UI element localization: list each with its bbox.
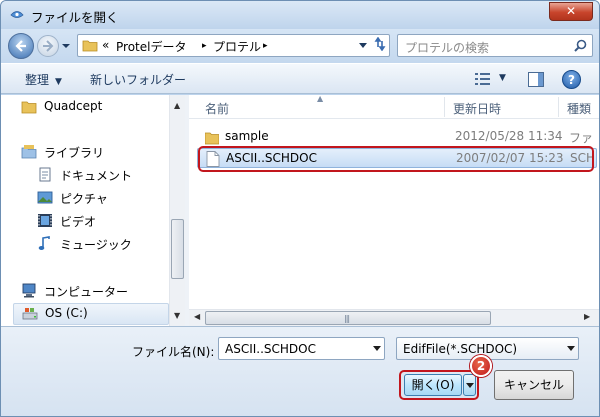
nav-item-label: コンピューター bbox=[44, 285, 129, 299]
search-icon[interactable] bbox=[574, 39, 587, 52]
navigation-bar: « Protelデータ ▸ プロテル ▸ プロテルの検索 bbox=[1, 29, 599, 63]
search-placeholder: プロテルの検索 bbox=[405, 41, 490, 55]
file-name: sample bbox=[225, 129, 269, 143]
close-icon: ✕ bbox=[565, 4, 577, 18]
pictures-icon bbox=[37, 191, 53, 204]
filename-label: ファイル名(N): bbox=[132, 345, 215, 359]
new-folder-button[interactable]: 新しいフォルダー bbox=[90, 71, 186, 88]
column-header-date[interactable]: 更新日時 bbox=[453, 100, 501, 117]
video-icon bbox=[38, 214, 52, 227]
breadcrumb-item[interactable]: プロテル bbox=[213, 38, 261, 55]
help-icon[interactable]: ? bbox=[562, 70, 581, 89]
drive-icon bbox=[22, 308, 38, 320]
scroll-up-icon[interactable]: ▲ bbox=[174, 101, 180, 110]
chevron-down-icon[interactable] bbox=[359, 43, 367, 49]
preview-pane-icon[interactable] bbox=[528, 72, 544, 87]
organize-menu[interactable]: 整理 ▼ bbox=[25, 71, 62, 88]
nav-item-label: ピクチャ bbox=[60, 192, 108, 206]
sort-ascending-icon: ▲ bbox=[317, 94, 324, 103]
scroll-thumb[interactable]: ||| bbox=[205, 311, 491, 325]
scroll-left-icon[interactable]: ◀ bbox=[194, 312, 200, 321]
command-bar: 整理 ▼ 新しいフォルダー ▼ ? bbox=[1, 63, 599, 94]
dialog-footer: ファイル名(N): ASCII..SCHDOC EdifFile(*.SCHDO… bbox=[1, 326, 599, 416]
chevron-down-icon[interactable] bbox=[373, 346, 381, 352]
view-options-icon[interactable] bbox=[475, 72, 491, 86]
file-list-horizontal-scrollbar[interactable]: ◀ ||| ▶ bbox=[189, 309, 599, 326]
file-type: ファ bbox=[569, 131, 594, 145]
open-button-label: 開く(O) bbox=[411, 378, 455, 392]
cancel-button[interactable]: キャンセル bbox=[494, 370, 574, 400]
nav-item-label: OS (C:) bbox=[45, 306, 88, 320]
refresh-icon bbox=[374, 36, 386, 52]
nav-item-label: ライブラリ bbox=[44, 146, 105, 160]
column-header-name[interactable]: 名前 bbox=[205, 100, 229, 117]
annotation-highlight-selected-file bbox=[198, 146, 594, 172]
chevron-down-icon bbox=[466, 383, 474, 388]
nav-item-label: ドキュメント bbox=[60, 169, 133, 183]
breadcrumb-item[interactable]: Protelデータ bbox=[116, 38, 186, 55]
title-bar: ファイルを開く ✕ bbox=[1, 1, 599, 29]
column-header-row: ▲ 名前 更新日時 種類 bbox=[189, 94, 599, 119]
folder-icon bbox=[82, 40, 98, 52]
scroll-down-icon[interactable]: ▼ bbox=[174, 311, 180, 320]
window-title: ファイルを開く bbox=[31, 10, 119, 25]
recent-locations-dropdown-icon[interactable] bbox=[61, 41, 71, 51]
scroll-right-icon[interactable]: ▶ bbox=[584, 312, 590, 321]
back-button[interactable] bbox=[8, 33, 34, 59]
folder-icon bbox=[21, 101, 37, 114]
nav-item-label: ミュージック bbox=[60, 238, 132, 252]
filename-field[interactable]: ASCII..SCHDOC bbox=[218, 337, 385, 360]
filter-value: EdifFile(*.SCHDOC) bbox=[403, 342, 518, 356]
file-row[interactable]: sample 2012/05/28 11:34 ファ bbox=[197, 127, 597, 147]
file-list: ▲ 名前 更新日時 種類 sample 2012/05/28 11:34 ファ … bbox=[189, 94, 599, 326]
address-bar[interactable]: « Protelデータ ▸ プロテル ▸ bbox=[77, 34, 390, 57]
filename-value: ASCII..SCHDOC bbox=[225, 342, 316, 356]
app-icon bbox=[10, 11, 24, 18]
nav-vertical-scrollbar[interactable]: ▲ ▼ bbox=[169, 95, 185, 326]
navigation-pane: Quadcept ライブラリ ドキュメント ピクチャ ビデオ ミュージック コン… bbox=[1, 95, 185, 326]
column-divider[interactable] bbox=[444, 97, 445, 117]
column-divider[interactable] bbox=[558, 97, 559, 117]
refresh-button[interactable] bbox=[370, 34, 390, 55]
search-input[interactable]: プロテルの検索 bbox=[397, 34, 593, 57]
nav-item-label: ビデオ bbox=[60, 215, 97, 229]
scroll-thumb[interactable] bbox=[171, 219, 184, 279]
open-button[interactable]: 開く(O) bbox=[404, 374, 462, 396]
file-date: 2012/05/28 11:34 bbox=[455, 129, 563, 143]
folder-icon bbox=[205, 132, 219, 145]
nav-item-os-drive[interactable]: OS (C:) bbox=[13, 303, 169, 325]
open-file-dialog: ファイルを開く ✕ « Protelデータ ▸ プロテル ▸ プロテルの検索 整… bbox=[0, 0, 600, 417]
breadcrumb-separator[interactable]: ▸ bbox=[202, 41, 207, 51]
documents-icon bbox=[39, 167, 51, 182]
cancel-button-label: キャンセル bbox=[503, 378, 564, 392]
column-header-type[interactable]: 種類 bbox=[567, 100, 591, 117]
scroll-grip-icon: ||| bbox=[344, 314, 350, 323]
library-icon bbox=[21, 145, 37, 159]
chevron-down-icon bbox=[567, 346, 575, 351]
open-options-dropdown[interactable] bbox=[463, 374, 476, 396]
chevron-down-icon[interactable]: ▼ bbox=[499, 73, 506, 83]
new-folder-label: 新しいフォルダー bbox=[90, 73, 187, 87]
breadcrumb-overflow[interactable]: « bbox=[102, 38, 109, 52]
music-icon bbox=[38, 236, 50, 250]
arrow-right-icon bbox=[43, 40, 54, 52]
step-number-badge: 2 bbox=[470, 355, 492, 377]
breadcrumb-separator[interactable]: ▸ bbox=[263, 41, 268, 51]
forward-button[interactable] bbox=[37, 35, 59, 57]
close-button[interactable]: ✕ bbox=[549, 2, 593, 21]
chevron-down-icon: ▼ bbox=[55, 77, 62, 87]
organize-label: 整理 bbox=[25, 73, 50, 87]
computer-icon bbox=[22, 283, 36, 298]
arrow-left-icon bbox=[15, 40, 26, 52]
nav-item-label: Quadcept bbox=[44, 99, 103, 113]
